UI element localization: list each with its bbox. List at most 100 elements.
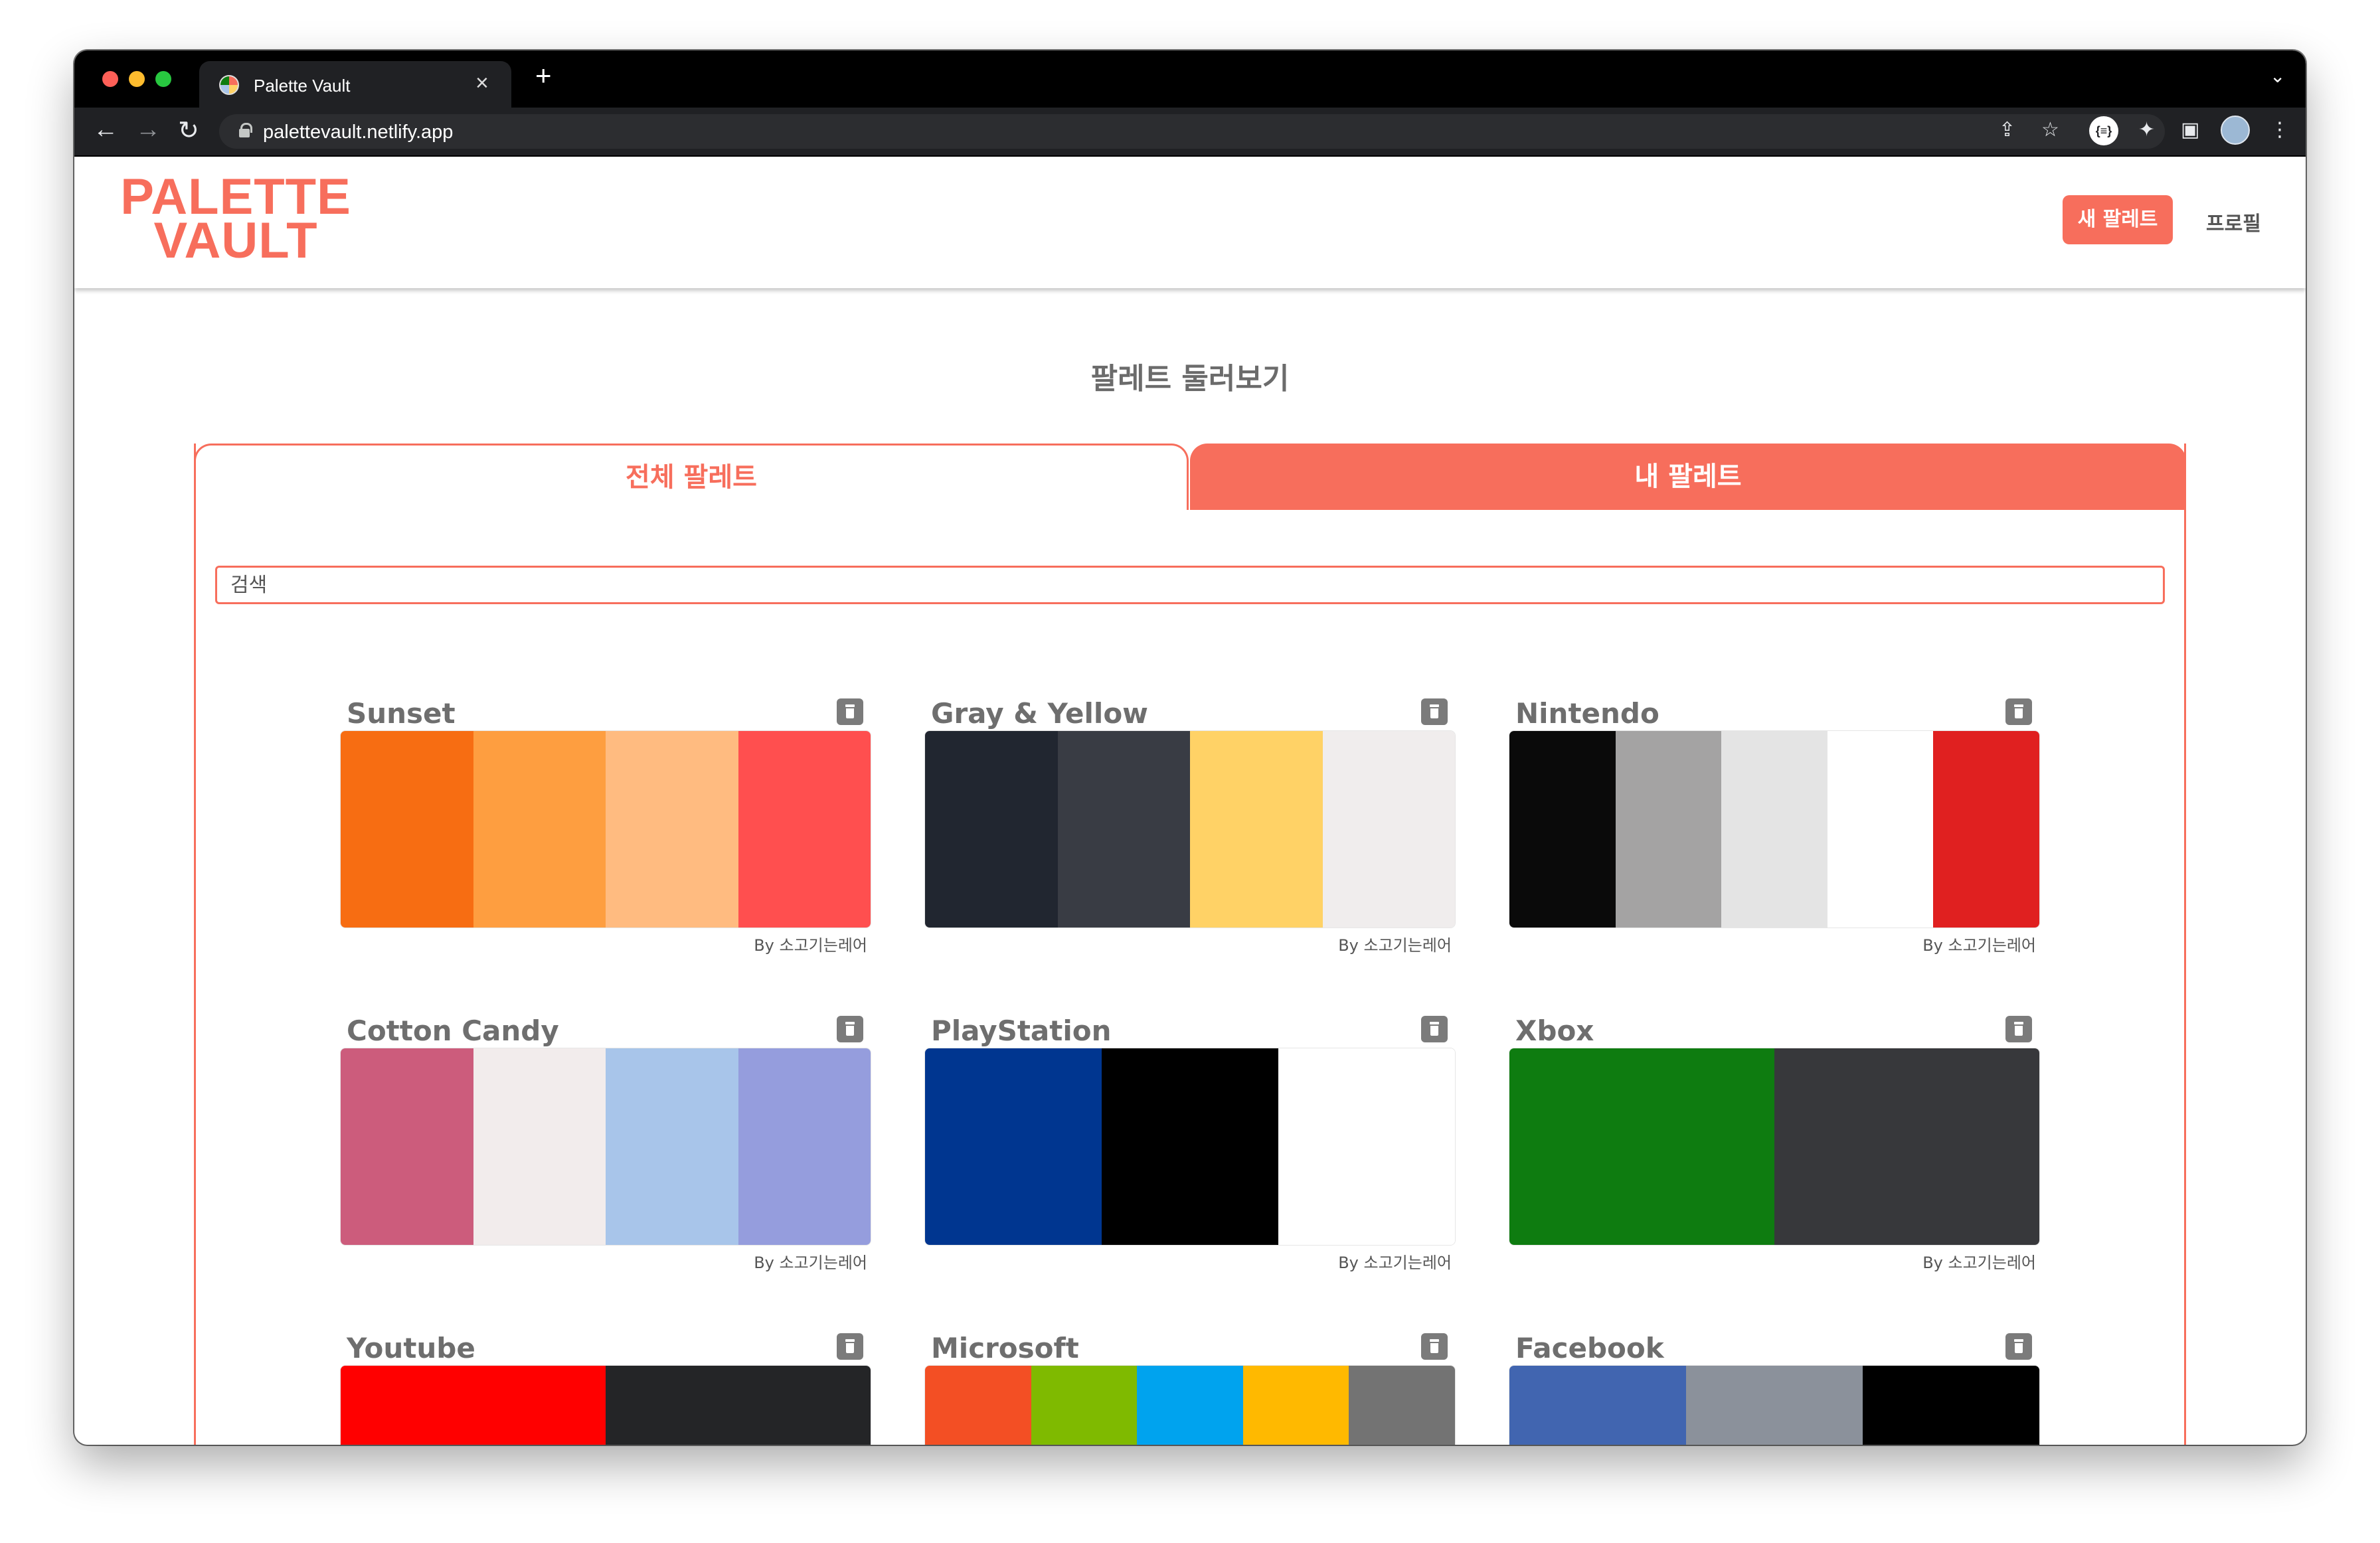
- profile-avatar-icon[interactable]: [2221, 116, 2250, 145]
- color-swatch[interactable]: [1774, 1048, 2039, 1245]
- color-swatch[interactable]: [1615, 731, 1722, 928]
- palette-name: Gray & Yellow: [931, 697, 1148, 730]
- color-swatch[interactable]: [738, 731, 871, 928]
- palette-name: Cotton Candy: [347, 1015, 559, 1047]
- extensions-puzzle-icon[interactable]: ✦: [2138, 118, 2155, 141]
- minimize-window-icon[interactable]: [129, 71, 145, 87]
- trash-icon[interactable]: [1421, 1333, 1448, 1360]
- trash-icon[interactable]: [1421, 1016, 1448, 1042]
- color-swatch[interactable]: [1686, 1366, 1863, 1445]
- palette-swatches[interactable]: [924, 1048, 1456, 1246]
- new-tab-icon[interactable]: +: [535, 60, 552, 92]
- palette-author: By 소고기는레어: [754, 1254, 867, 1272]
- url-text[interactable]: palettevault.netlify.app: [263, 122, 453, 143]
- palette-card[interactable]: Sunset By 소고기는레어: [340, 697, 871, 976]
- new-palette-button[interactable]: 새 팔레트: [2063, 195, 2173, 244]
- color-swatch[interactable]: [1509, 1366, 1686, 1445]
- tab-all-palettes[interactable]: 전체 팔레트: [194, 444, 1189, 510]
- palette-swatches[interactable]: [924, 730, 1456, 928]
- color-swatch[interactable]: [925, 731, 1058, 928]
- palette-name: Microsoft: [931, 1332, 1079, 1364]
- color-swatch[interactable]: [341, 1048, 473, 1245]
- palette-card[interactable]: Nintendo By 소고기는레어: [1509, 697, 2040, 976]
- trash-icon[interactable]: [1421, 698, 1448, 725]
- color-swatch[interactable]: [606, 1366, 871, 1445]
- kebab-menu-icon[interactable]: ⋮: [2270, 118, 2290, 141]
- trash-icon[interactable]: [2005, 1333, 2032, 1360]
- color-swatch[interactable]: [1322, 731, 1455, 928]
- tab-search-chevron-icon[interactable]: ⌄: [2270, 65, 2285, 87]
- tab-title: Palette Vault: [254, 76, 351, 96]
- palette-name: Xbox: [1515, 1015, 1594, 1047]
- forward-arrow-icon[interactable]: →: [135, 116, 161, 144]
- color-swatch[interactable]: [1242, 1366, 1349, 1445]
- color-swatch[interactable]: [341, 1366, 606, 1445]
- close-window-icon[interactable]: [102, 71, 118, 87]
- color-swatch[interactable]: [1190, 731, 1323, 928]
- color-swatch[interactable]: [341, 731, 473, 928]
- color-swatch[interactable]: [1933, 731, 2039, 928]
- color-swatch[interactable]: [1827, 731, 1934, 928]
- trash-icon[interactable]: [837, 1016, 863, 1042]
- palette-author: By 소고기는레어: [1922, 1254, 2036, 1272]
- lock-icon[interactable]: [239, 123, 252, 137]
- share-icon[interactable]: ⇪: [1999, 118, 2015, 141]
- color-swatch[interactable]: [1349, 1366, 1455, 1445]
- color-swatch[interactable]: [1102, 1048, 1278, 1245]
- palette-swatches[interactable]: [1509, 730, 2040, 928]
- color-swatch[interactable]: [738, 1048, 871, 1245]
- palette-swatches[interactable]: [924, 1365, 1456, 1445]
- palette-swatches[interactable]: [1509, 1048, 2040, 1246]
- color-swatch[interactable]: [1509, 731, 1616, 928]
- palette-card[interactable]: Gray & Yellow By 소고기는레어: [924, 697, 1456, 976]
- palette-favicon-icon: [219, 75, 239, 95]
- side-panel-icon[interactable]: ▣: [2181, 118, 2199, 141]
- reload-icon[interactable]: ↻: [178, 116, 199, 145]
- palette-author: By 소고기는레어: [1338, 936, 1452, 955]
- palette-card[interactable]: Facebook: [1509, 1332, 2040, 1445]
- color-swatch[interactable]: [1057, 731, 1190, 928]
- browser-tab[interactable]: Palette Vault ×: [199, 61, 511, 108]
- palette-swatches[interactable]: [340, 730, 871, 928]
- site-logo[interactable]: PALETTE VAULT: [113, 172, 359, 269]
- palette-card[interactable]: PlayStation By 소고기는레어: [924, 1015, 1456, 1293]
- color-swatch[interactable]: [1137, 1366, 1243, 1445]
- color-swatch[interactable]: [473, 1048, 606, 1245]
- palette-card[interactable]: Cotton Candy By 소고기는레어: [340, 1015, 871, 1293]
- profile-link[interactable]: 프로필: [2206, 207, 2261, 236]
- address-bar[interactable]: palettevault.netlify.app: [219, 114, 2165, 149]
- color-swatch[interactable]: [1863, 1366, 2039, 1445]
- palette-name: PlayStation: [931, 1015, 1112, 1047]
- trash-icon[interactable]: [837, 1333, 863, 1360]
- palette-swatches[interactable]: [340, 1048, 871, 1246]
- color-swatch[interactable]: [1031, 1366, 1138, 1445]
- extension-icon[interactable]: {≡}: [2089, 116, 2118, 145]
- color-swatch[interactable]: [925, 1366, 1031, 1445]
- color-swatch[interactable]: [473, 731, 606, 928]
- palette-swatches[interactable]: [340, 1365, 871, 1445]
- logo-line-2: VAULT: [153, 212, 318, 269]
- trash-icon[interactable]: [2005, 1016, 2032, 1042]
- browser-window: Palette Vault × + ⌄ ← → ↻ palettevault.n…: [74, 50, 2306, 1445]
- browser-tab-bar: Palette Vault × + ⌄: [74, 50, 2306, 108]
- trash-icon[interactable]: [837, 698, 863, 725]
- palette-author: By 소고기는레어: [1338, 1254, 1452, 1272]
- tab-close-icon[interactable]: ×: [475, 70, 489, 96]
- color-swatch[interactable]: [1721, 731, 1828, 928]
- search-input[interactable]: [215, 566, 2165, 604]
- color-swatch[interactable]: [925, 1048, 1102, 1245]
- palette-name: Nintendo: [1515, 697, 1659, 730]
- tab-my-palettes[interactable]: 내 팔레트: [1190, 444, 2186, 510]
- color-swatch[interactable]: [1509, 1048, 1774, 1245]
- color-swatch[interactable]: [1278, 1048, 1455, 1245]
- palette-swatches[interactable]: [1509, 1365, 2040, 1445]
- palette-card[interactable]: Youtube: [340, 1332, 871, 1445]
- color-swatch[interactable]: [606, 731, 738, 928]
- back-arrow-icon[interactable]: ←: [93, 116, 118, 144]
- maximize-window-icon[interactable]: [155, 71, 171, 87]
- bookmark-star-icon[interactable]: ☆: [2041, 118, 2059, 141]
- trash-icon[interactable]: [2005, 698, 2032, 725]
- color-swatch[interactable]: [606, 1048, 738, 1245]
- palette-card[interactable]: Microsoft: [924, 1332, 1456, 1445]
- palette-card[interactable]: Xbox By 소고기는레어: [1509, 1015, 2040, 1293]
